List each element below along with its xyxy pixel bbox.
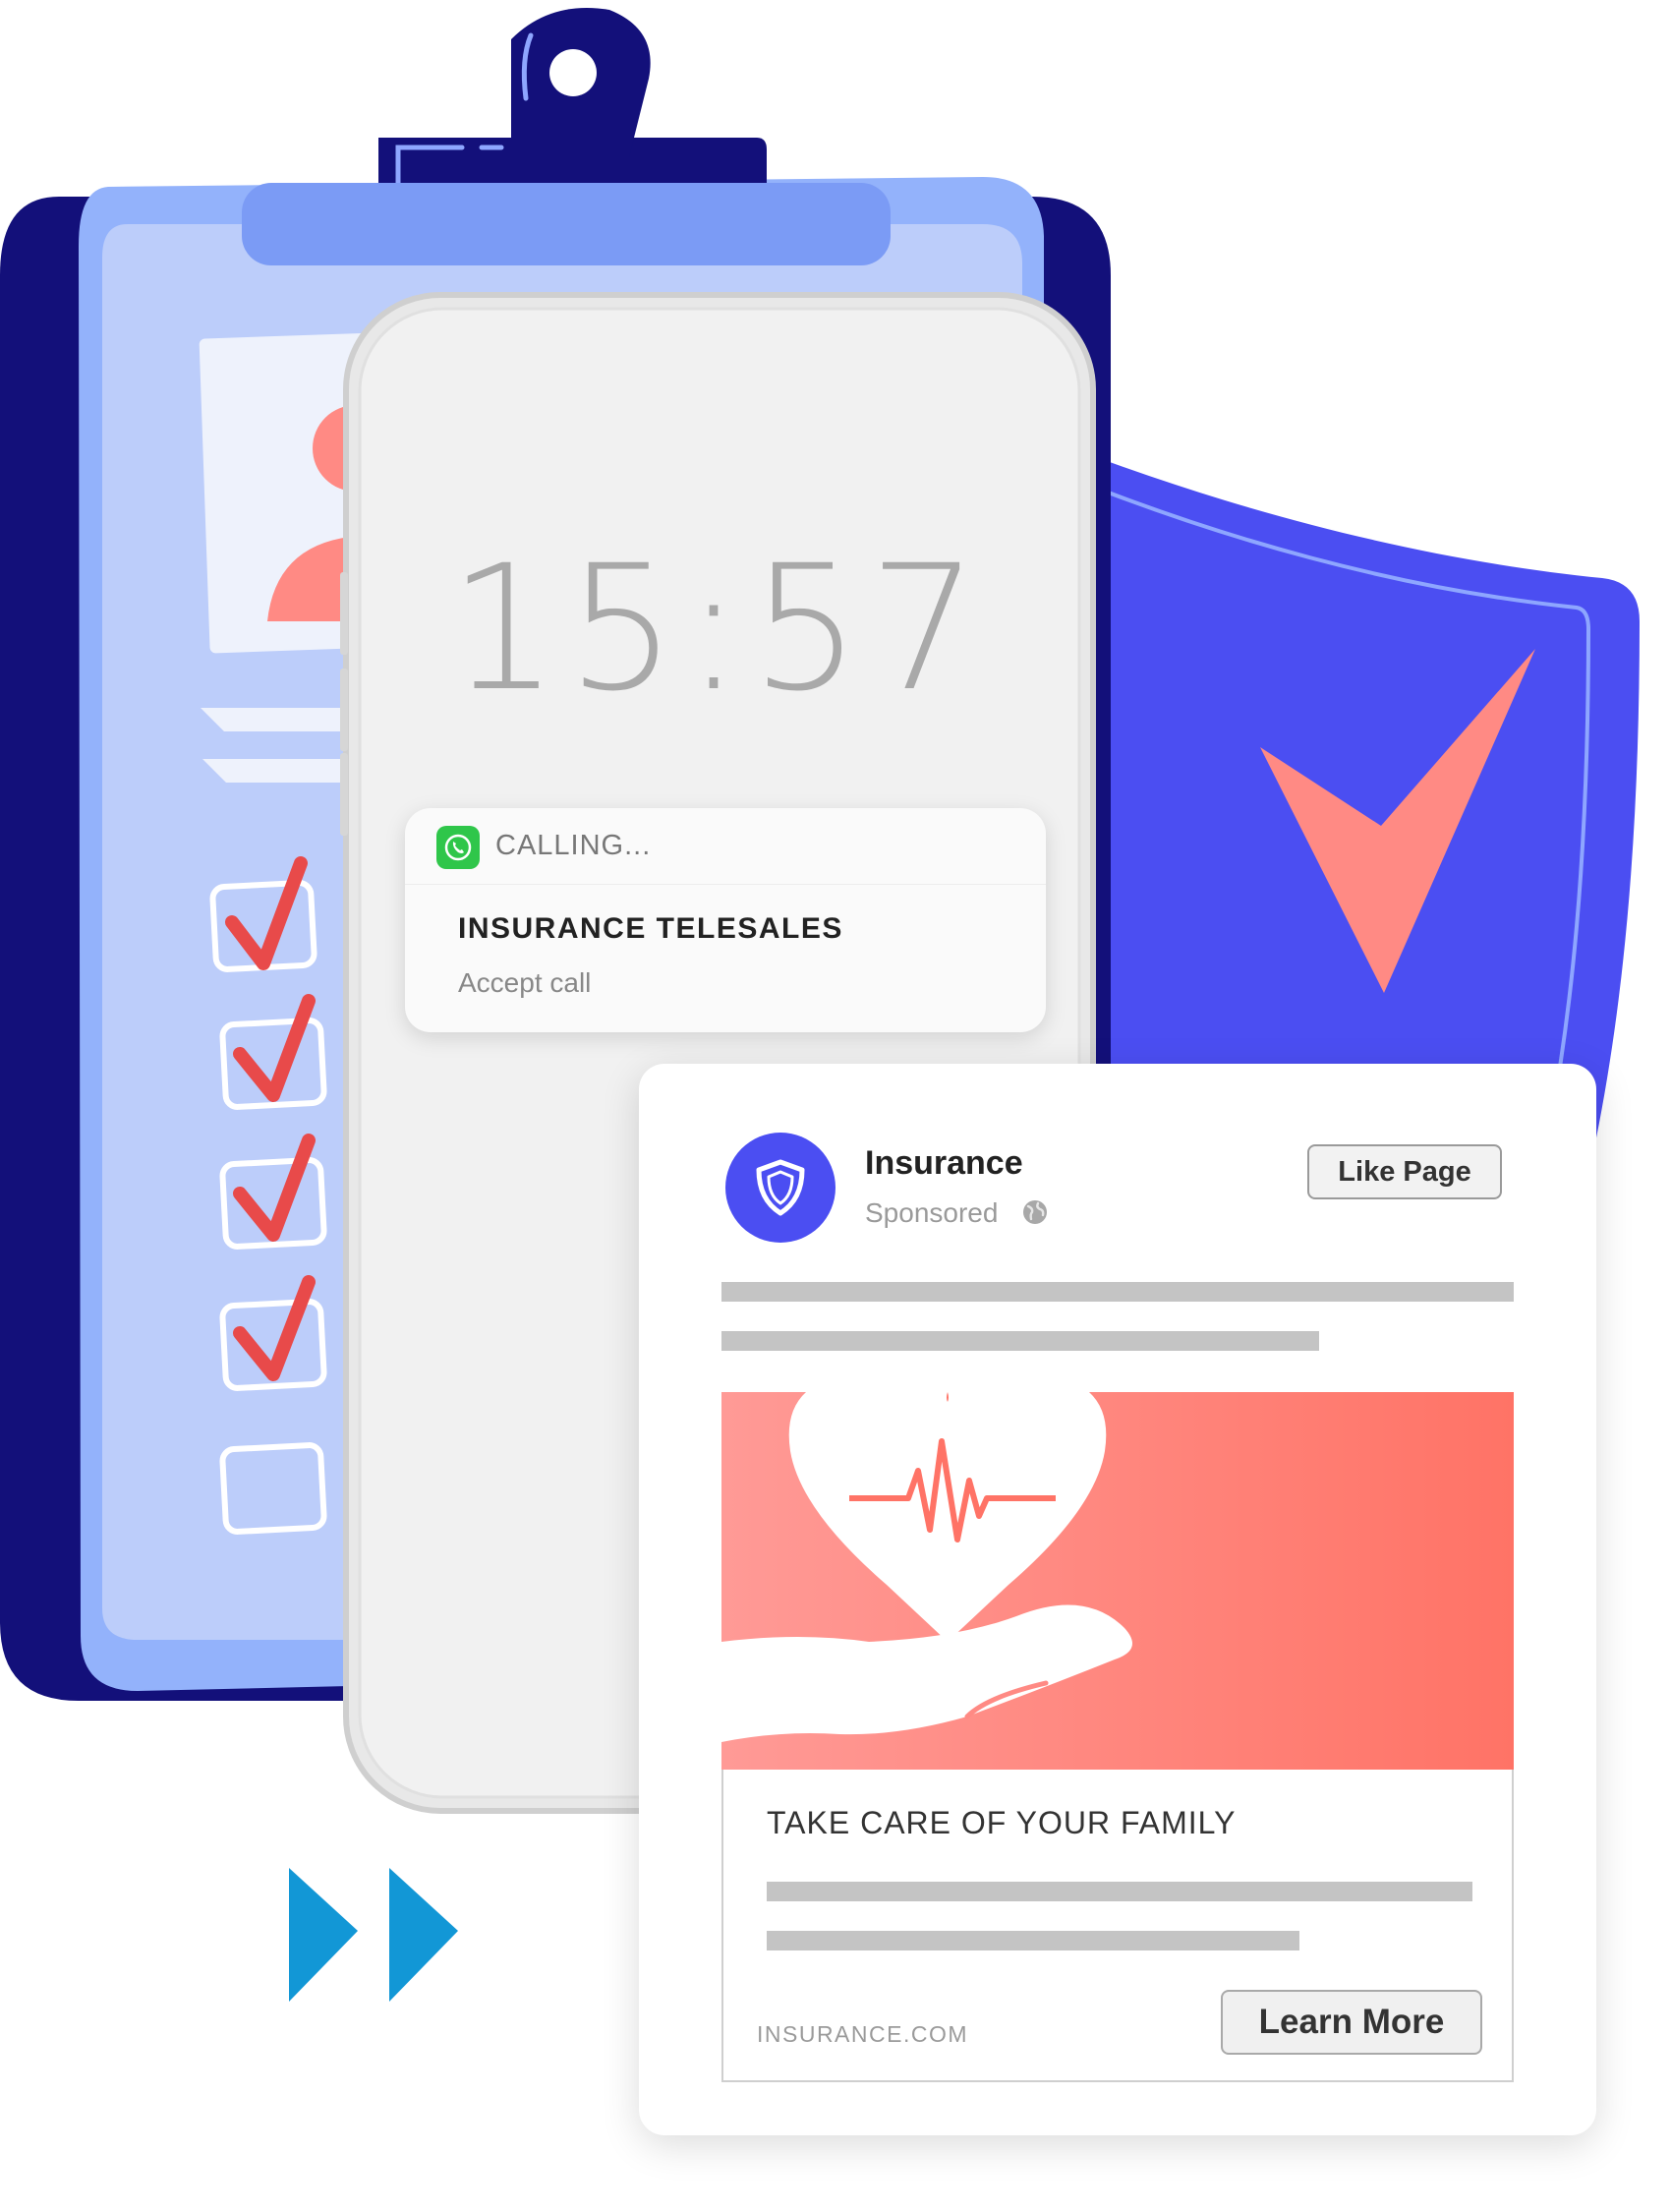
page-avatar[interactable] [725,1133,836,1243]
learn-more-button[interactable]: Learn More [1221,1990,1482,2055]
text-placeholder-line [767,1882,1472,1901]
hand-icon [721,1604,1132,1742]
text-placeholder-line [767,1931,1299,1950]
incoming-call-notification[interactable]: CALLING... INSURANCE TELESALES Accept ca… [405,808,1046,1032]
shield-icon [756,1159,805,1216]
page-name[interactable]: Insurance [865,1144,1023,1183]
like-page-button[interactable]: Like Page [1307,1144,1502,1199]
sponsored-ad-card: Insurance Sponsored Like Page TAKE CARE … [639,1064,1596,2135]
phone-icon [436,826,480,869]
heart-pulse-icon [788,1392,1107,1642]
fast-forward-icon [289,1868,458,2002]
ad-domain: INSURANCE.COM [757,2021,969,2047]
ad-image[interactable] [721,1392,1514,1770]
notification-title: INSURANCE TELESALES [458,912,843,945]
lock-screen-clock: 15:57 [448,528,987,729]
text-placeholder-line [721,1282,1514,1302]
ad-headline: TAKE CARE OF YOUR FAMILY [767,1805,1237,1840]
notification-header: CALLING... [405,808,1046,885]
text-placeholder-line [721,1331,1319,1351]
checkbox-5 [219,1442,327,1535]
notification-app-label: CALLING... [495,830,652,861]
sponsored-label: Sponsored [865,1197,999,1228]
globe-icon [1023,1200,1047,1224]
accept-call-link[interactable]: Accept call [458,967,591,999]
